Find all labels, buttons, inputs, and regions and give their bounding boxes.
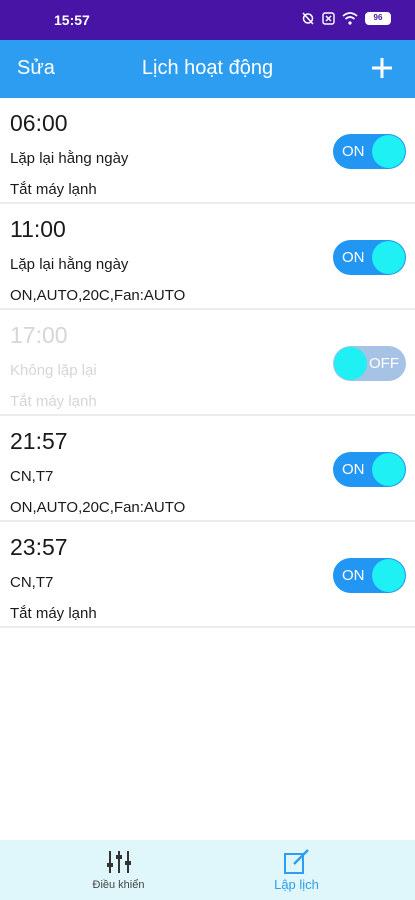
page-title: Lịch hoạt động <box>141 57 274 79</box>
schedule-item[interactable]: 23:57 CN,T7 Tắt máy lạnh ON <box>0 522 415 628</box>
schedule-action: Tắt máy lạnh <box>10 605 97 622</box>
nav-control[interactable]: Điều khiển <box>15 840 222 900</box>
schedule-repeat: Lặp lại hằng ngày <box>10 150 129 167</box>
edit-icon <box>283 849 309 874</box>
toggle-knob <box>372 241 405 274</box>
schedule-repeat: CN,T7 <box>10 574 54 591</box>
plus-icon[interactable] <box>371 57 393 79</box>
sim-off-icon <box>322 11 335 25</box>
wifi-icon <box>342 11 358 25</box>
schedule-time: 23:57 <box>10 534 68 560</box>
schedule-time: 11:00 <box>10 216 66 242</box>
schedule-toggle[interactable]: ON <box>333 240 406 275</box>
toggle-label: OFF <box>369 355 399 372</box>
toggle-label: ON <box>342 249 365 266</box>
schedule-time: 21:57 <box>10 428 68 454</box>
schedule-item[interactable]: 11:00 Lặp lại hằng ngày ON,AUTO,20C,Fan:… <box>0 204 415 310</box>
bottom-nav: Điều khiển Lập lịch <box>0 840 415 900</box>
toggle-label: ON <box>342 567 365 584</box>
alarm-off-icon <box>302 12 314 25</box>
schedule-action: ON,AUTO,20C,Fan:AUTO <box>10 287 186 304</box>
toggle-knob <box>372 453 405 486</box>
toggle-knob <box>372 559 405 592</box>
schedule-toggle[interactable]: ON <box>333 134 406 169</box>
schedule-item[interactable]: 21:57 CN,T7 ON,AUTO,20C,Fan:AUTO ON <box>0 416 415 522</box>
app-header: Sửa Lịch hoạt động <box>0 40 415 98</box>
battery-icon: 96 <box>365 11 391 25</box>
schedule-toggle[interactable]: ON <box>333 452 406 487</box>
schedule-action: Tắt máy lạnh <box>10 393 97 410</box>
nav-schedule-label: Lập lịch <box>274 877 319 892</box>
toggle-knob <box>372 135 405 168</box>
nav-control-label: Điều khiển <box>92 879 145 891</box>
toggle-label: ON <box>342 461 365 478</box>
schedule-toggle[interactable]: ON <box>333 558 406 593</box>
schedule-time: 17:00 <box>10 322 68 348</box>
status-time: 15:57 <box>54 12 90 28</box>
schedule-item[interactable]: 06:00 Lặp lại hằng ngày Tắt máy lạnh ON <box>0 98 415 204</box>
status-icons: 96 <box>301 11 391 25</box>
schedule-repeat: Lặp lại hằng ngày <box>10 256 129 273</box>
schedule-repeat: Không lặp lại <box>10 362 97 379</box>
schedule-item[interactable]: 17:00 Không lặp lại Tắt máy lạnh OFF <box>0 310 415 416</box>
schedule-action: ON,AUTO,20C,Fan:AUTO <box>10 499 186 516</box>
nav-schedule[interactable]: Lập lịch <box>193 840 400 900</box>
schedule-list: 06:00 Lặp lại hằng ngày Tắt máy lạnh ON … <box>0 98 415 628</box>
status-bar: 15:57 96 <box>0 0 415 40</box>
schedule-repeat: CN,T7 <box>10 468 54 485</box>
schedule-toggle[interactable]: OFF <box>333 346 406 381</box>
schedule-time: 06:00 <box>10 110 68 136</box>
sliders-icon <box>106 851 131 873</box>
toggle-label: ON <box>342 143 365 160</box>
toggle-knob <box>334 347 367 380</box>
schedule-action: Tắt máy lạnh <box>10 181 97 198</box>
